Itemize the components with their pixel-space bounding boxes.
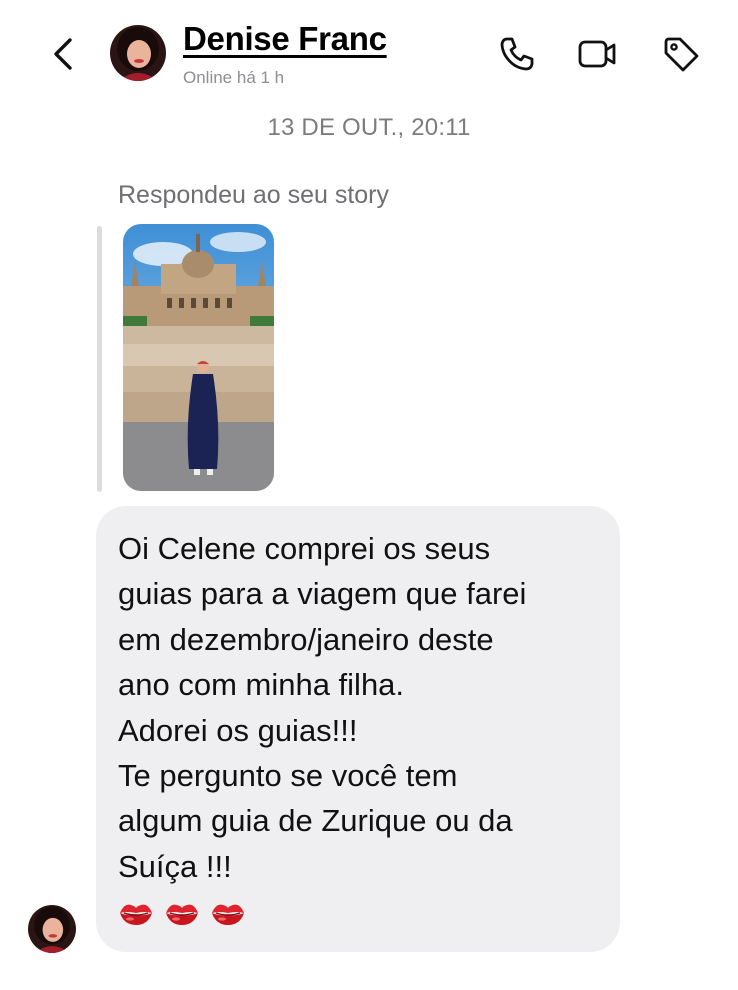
message-line: em dezembro/janeiro deste — [118, 621, 494, 657]
message-line: Oi Celene comprei os seus — [118, 531, 491, 566]
message-line: algum guia de Zurique ou da — [118, 803, 513, 839]
story-reply-label: Respondeu ao seu story — [118, 181, 390, 209]
message-line: ano com minha filha. — [118, 667, 405, 703]
message-line: Suíça !!! — [118, 848, 232, 884]
message-text: Oi Celene comprei os seus guias para a v… — [118, 526, 608, 889]
phone-icon[interactable] — [497, 34, 537, 74]
message-line: Adorei os guias!!! — [118, 712, 358, 748]
message-line: Te pergunto se você tem — [118, 758, 458, 794]
message-line: guias para a viagem que farei — [118, 576, 527, 612]
chevron-left-icon[interactable] — [44, 32, 84, 76]
contact-name[interactable]: Denise Franc — [183, 20, 387, 58]
kiss-mark-icon — [166, 904, 198, 925]
story-thumbnail[interactable] — [123, 224, 274, 491]
kiss-mark-icon — [212, 904, 244, 925]
kiss-mark-icon — [120, 904, 152, 925]
reply-indicator-bar — [97, 226, 102, 492]
online-status: Online há 1 h — [183, 68, 285, 87]
emoji-line — [118, 895, 246, 931]
message-timestamp: 13 DE OUT., 20:11 — [267, 114, 471, 141]
video-camera-icon[interactable] — [577, 34, 617, 74]
tag-icon[interactable] — [661, 34, 701, 74]
sender-avatar[interactable] — [28, 905, 76, 953]
contact-avatar[interactable] — [110, 25, 166, 81]
chat-header: Denise Franc Online há 1 h — [0, 0, 738, 100]
